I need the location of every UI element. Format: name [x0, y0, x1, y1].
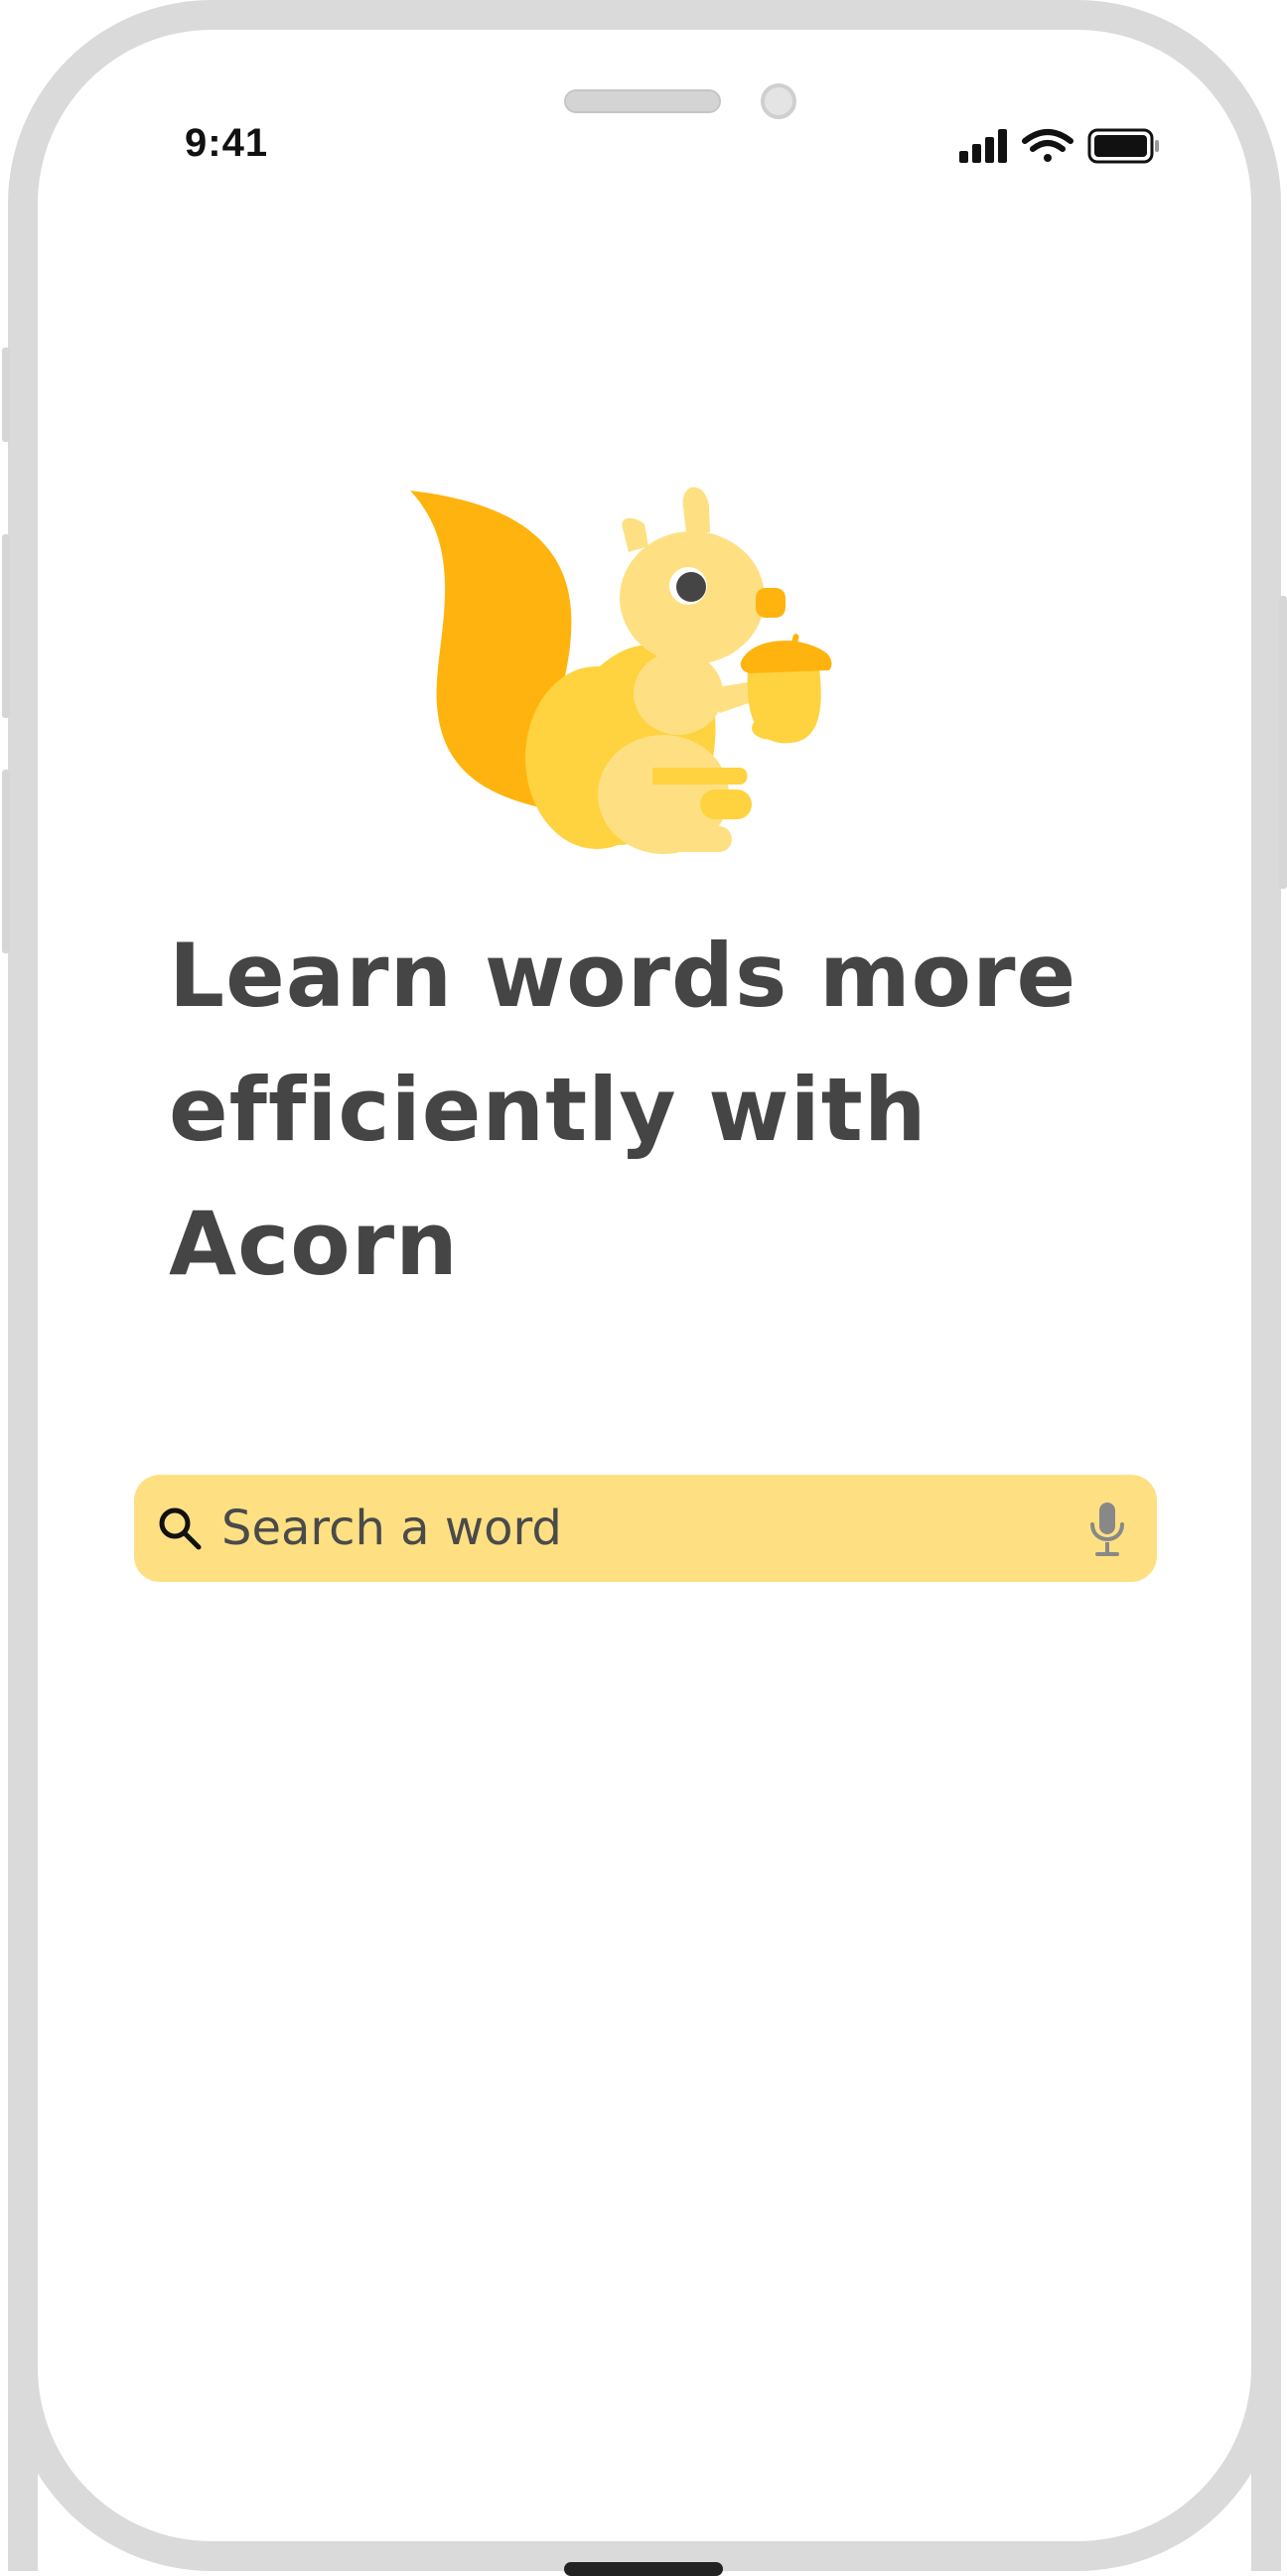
squirrel-illustration [402, 487, 839, 864]
acorn-cap [740, 641, 832, 673]
search-input[interactable] [221, 1475, 1036, 1582]
volume-up-button [2, 534, 10, 718]
search-bar[interactable] [134, 1475, 1157, 1582]
front-camera [761, 83, 796, 119]
squirrel-ear [682, 487, 710, 534]
earpiece-speaker [564, 89, 721, 113]
wifi-icon [1022, 129, 1073, 162]
power-button [1279, 596, 1287, 889]
status-icons [959, 127, 1163, 167]
cellular-signal-icon [959, 129, 1007, 163]
squirrel-ear-back [622, 517, 648, 552]
home-indicator[interactable] [564, 2562, 723, 2576]
status-time: 9:41 [185, 121, 269, 165]
page-headline: Learn words more efficiently with Acorn [169, 925, 1077, 1295]
mute-switch [2, 348, 10, 442]
battery-icon [1087, 128, 1159, 164]
search-icon [159, 1507, 202, 1550]
volume-down-button [2, 770, 10, 953]
microphone-icon[interactable] [1087, 1501, 1127, 1558]
squirrel-nose [756, 588, 786, 618]
